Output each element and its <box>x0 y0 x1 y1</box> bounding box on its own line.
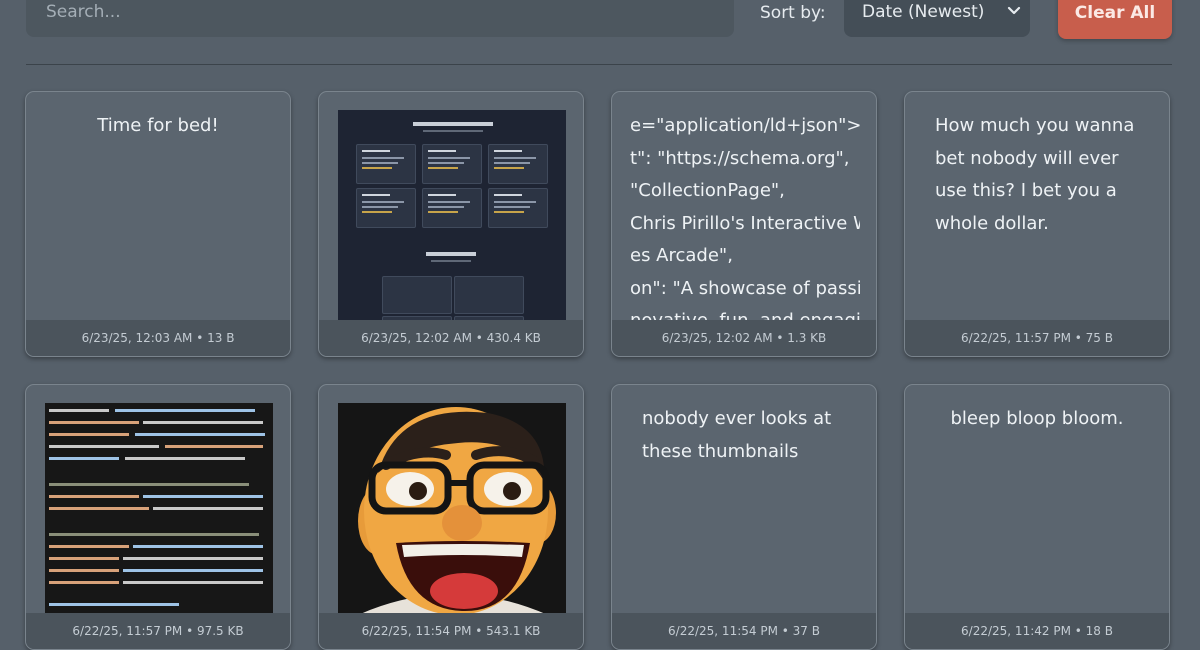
clear-all-button[interactable]: Clear All <box>1058 0 1172 39</box>
clip-card[interactable]: How much you wanna bet nobody will ever … <box>904 91 1170 357</box>
clip-card[interactable]: 6/22/25, 11:54 PM • 543.1 KB <box>318 384 584 650</box>
clip-meta: 6/22/25, 11:42 PM • 18 B <box>905 613 1169 649</box>
divider <box>26 64 1172 65</box>
clip-image-thumbnail <box>338 403 566 615</box>
clip-card[interactable]: bleep bloop bloom. 6/22/25, 11:42 PM • 1… <box>904 384 1170 650</box>
clip-text: bleep bloop bloom. <box>950 408 1124 429</box>
clip-image-thumbnail <box>45 403 273 615</box>
clip-meta: 6/22/25, 11:57 PM • 97.5 KB <box>26 613 290 649</box>
clip-text: nobody ever looks at these thumbnails <box>642 408 832 462</box>
clip-meta: 6/23/25, 12:02 AM • 430.4 KB <box>319 320 583 356</box>
clip-image-thumbnail <box>338 110 566 322</box>
clip-meta: 6/23/25, 12:03 AM • 13 B <box>26 320 290 356</box>
clip-meta: 6/22/25, 11:54 PM • 37 B <box>612 613 876 649</box>
clip-text: Time for bed! <box>97 115 219 136</box>
clip-card[interactable]: e="application/ld+json"> {t": "https://s… <box>611 91 877 357</box>
sort-select-value: Date (Newest) <box>862 2 985 22</box>
cartoon-face-icon <box>338 403 566 615</box>
toolbar: Search... Sort by: Date (Newest) Clear A… <box>0 0 1200 66</box>
sort-select[interactable]: Date (Newest) <box>844 0 1030 37</box>
sort-label: Sort by: <box>760 3 826 23</box>
clip-card[interactable]: 6/23/25, 12:02 AM • 430.4 KB <box>318 91 584 357</box>
clip-card[interactable]: Time for bed! 6/23/25, 12:03 AM • 13 B <box>25 91 291 357</box>
clip-text: How much you wanna bet nobody will ever … <box>935 115 1135 234</box>
clip-code-text: e="application/ld+json"> {t": "https://s… <box>630 115 860 322</box>
clip-card[interactable]: 6/22/25, 11:57 PM • 97.5 KB <box>25 384 291 650</box>
clip-meta: 6/22/25, 11:54 PM • 543.1 KB <box>319 613 583 649</box>
search-input[interactable]: Search... <box>26 0 734 37</box>
clip-card[interactable]: nobody ever looks at these thumbnails 6/… <box>611 384 877 650</box>
chevron-down-icon <box>1007 6 1021 15</box>
clip-meta: 6/22/25, 11:57 PM • 75 B <box>905 320 1169 356</box>
clip-meta: 6/23/25, 12:02 AM • 1.3 KB <box>612 320 876 356</box>
